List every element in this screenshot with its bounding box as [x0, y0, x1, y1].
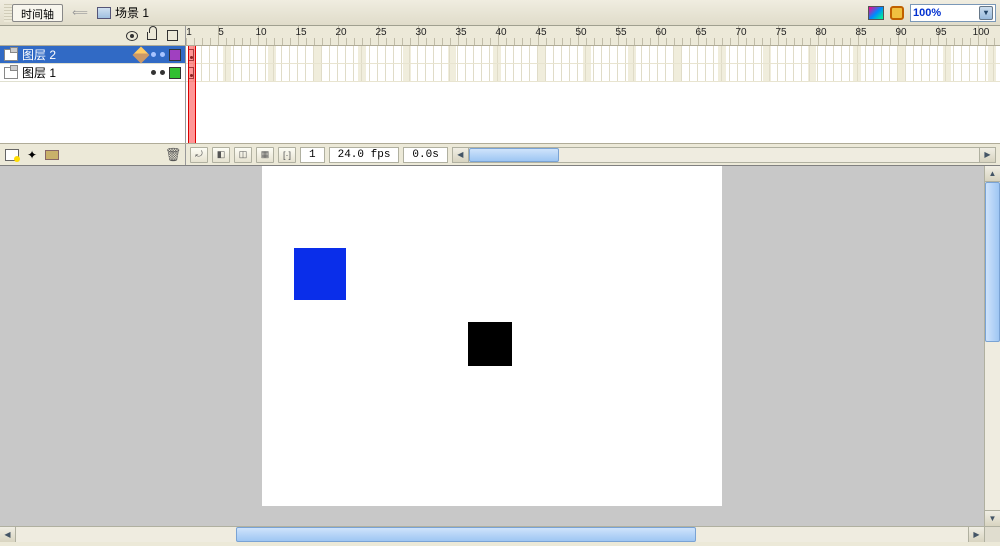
scroll-right-button[interactable]: ▶: [968, 527, 984, 542]
back-arrow-icon[interactable]: ⟸: [71, 6, 89, 19]
scene-icon: [97, 7, 111, 19]
scene-label: 场景 1: [115, 4, 149, 21]
center-frame-button[interactable]: ⤾: [190, 147, 208, 163]
current-frame-readout: 1: [300, 147, 325, 163]
layer-color-chip[interactable]: [169, 49, 181, 61]
stage-vscrollbar[interactable]: ▲ ▼: [984, 166, 1000, 526]
edit-multiple-frames-button[interactable]: ▦: [256, 147, 274, 163]
layer-row[interactable]: 图层 2: [0, 46, 185, 64]
layer-header: [0, 26, 186, 45]
stage-hscrollbar[interactable]: ◀ ▶: [0, 526, 1000, 542]
scroll-left-button[interactable]: ◀: [453, 148, 469, 162]
blue-square-shape[interactable]: [294, 248, 346, 300]
elapsed-readout: 0.0s: [403, 147, 447, 163]
scroll-up-button[interactable]: ▲: [985, 166, 1000, 182]
zoom-select[interactable]: 100% ▾: [910, 4, 996, 22]
layer-list: 图层 2 图层 1: [0, 46, 186, 143]
new-guide-layer-button[interactable]: ✦: [24, 147, 40, 163]
scroll-thumb[interactable]: [469, 148, 559, 162]
scroll-thumb[interactable]: [236, 527, 696, 542]
outline-column-icon[interactable]: [165, 29, 179, 43]
frame-ruler[interactable]: 1510152025303540455055606570758085909510…: [186, 26, 1000, 45]
scroll-left-button[interactable]: ◀: [0, 527, 16, 542]
scroll-right-button[interactable]: ▶: [979, 148, 995, 162]
timeline-panel: 1510152025303540455055606570758085909510…: [0, 26, 1000, 166]
onion-skin-outline-button[interactable]: ◫: [234, 147, 252, 163]
layer-icon: [4, 49, 18, 61]
new-folder-button[interactable]: [44, 147, 60, 163]
fps-readout: 24.0 fps: [329, 147, 400, 163]
lock-column-icon[interactable]: [145, 29, 159, 43]
visible-dot-icon[interactable]: [151, 52, 156, 57]
frames-area[interactable]: [186, 46, 1000, 143]
dropdown-arrow-icon: ▾: [979, 6, 993, 20]
scroll-corner: [984, 527, 1000, 542]
zoom-value: 100%: [913, 7, 941, 19]
timeline-hscrollbar[interactable]: ◀ ▶: [452, 147, 996, 163]
frame-row[interactable]: [186, 64, 1000, 82]
visibility-column-icon[interactable]: [125, 29, 139, 43]
layer-color-chip[interactable]: [169, 67, 181, 79]
layer-row[interactable]: 图层 1: [0, 64, 185, 82]
lock-dot-icon[interactable]: [160, 70, 165, 75]
layer-name: 图层 1: [22, 64, 131, 81]
new-layer-button[interactable]: [4, 147, 20, 163]
scroll-thumb[interactable]: [985, 182, 1000, 342]
visible-dot-icon[interactable]: [151, 70, 156, 75]
black-square-shape[interactable]: [468, 322, 512, 366]
layer-controls: ✦ 🗑: [0, 144, 186, 165]
pencil-icon: [135, 49, 147, 61]
timeline-button[interactable]: 时间轴: [12, 4, 63, 22]
frame-row[interactable]: [186, 46, 1000, 64]
lock-dot-icon[interactable]: [160, 52, 165, 57]
layer-icon: [4, 67, 18, 79]
stage-area: ▲ ▼: [0, 166, 1000, 526]
playhead[interactable]: [188, 46, 196, 143]
grip-handle[interactable]: [4, 4, 12, 22]
top-toolbar: 时间轴 ⟸ 场景 1 100% ▾: [0, 0, 1000, 26]
timeline-status-bar: ⤾ ◧ ◫ ▦ [·] 1 24.0 fps 0.0s ◀ ▶: [186, 144, 1000, 165]
stage[interactable]: [262, 166, 722, 506]
symbol-icon[interactable]: [890, 6, 904, 20]
onion-skin-button[interactable]: ◧: [212, 147, 230, 163]
scene-selector[interactable]: 场景 1: [97, 4, 149, 21]
modify-markers-button[interactable]: [·]: [278, 147, 296, 163]
delete-layer-button[interactable]: 🗑: [165, 147, 181, 163]
edit-scene-icon[interactable]: [868, 6, 884, 20]
layer-name: 图层 2: [22, 46, 131, 63]
scroll-down-button[interactable]: ▼: [985, 510, 1000, 526]
